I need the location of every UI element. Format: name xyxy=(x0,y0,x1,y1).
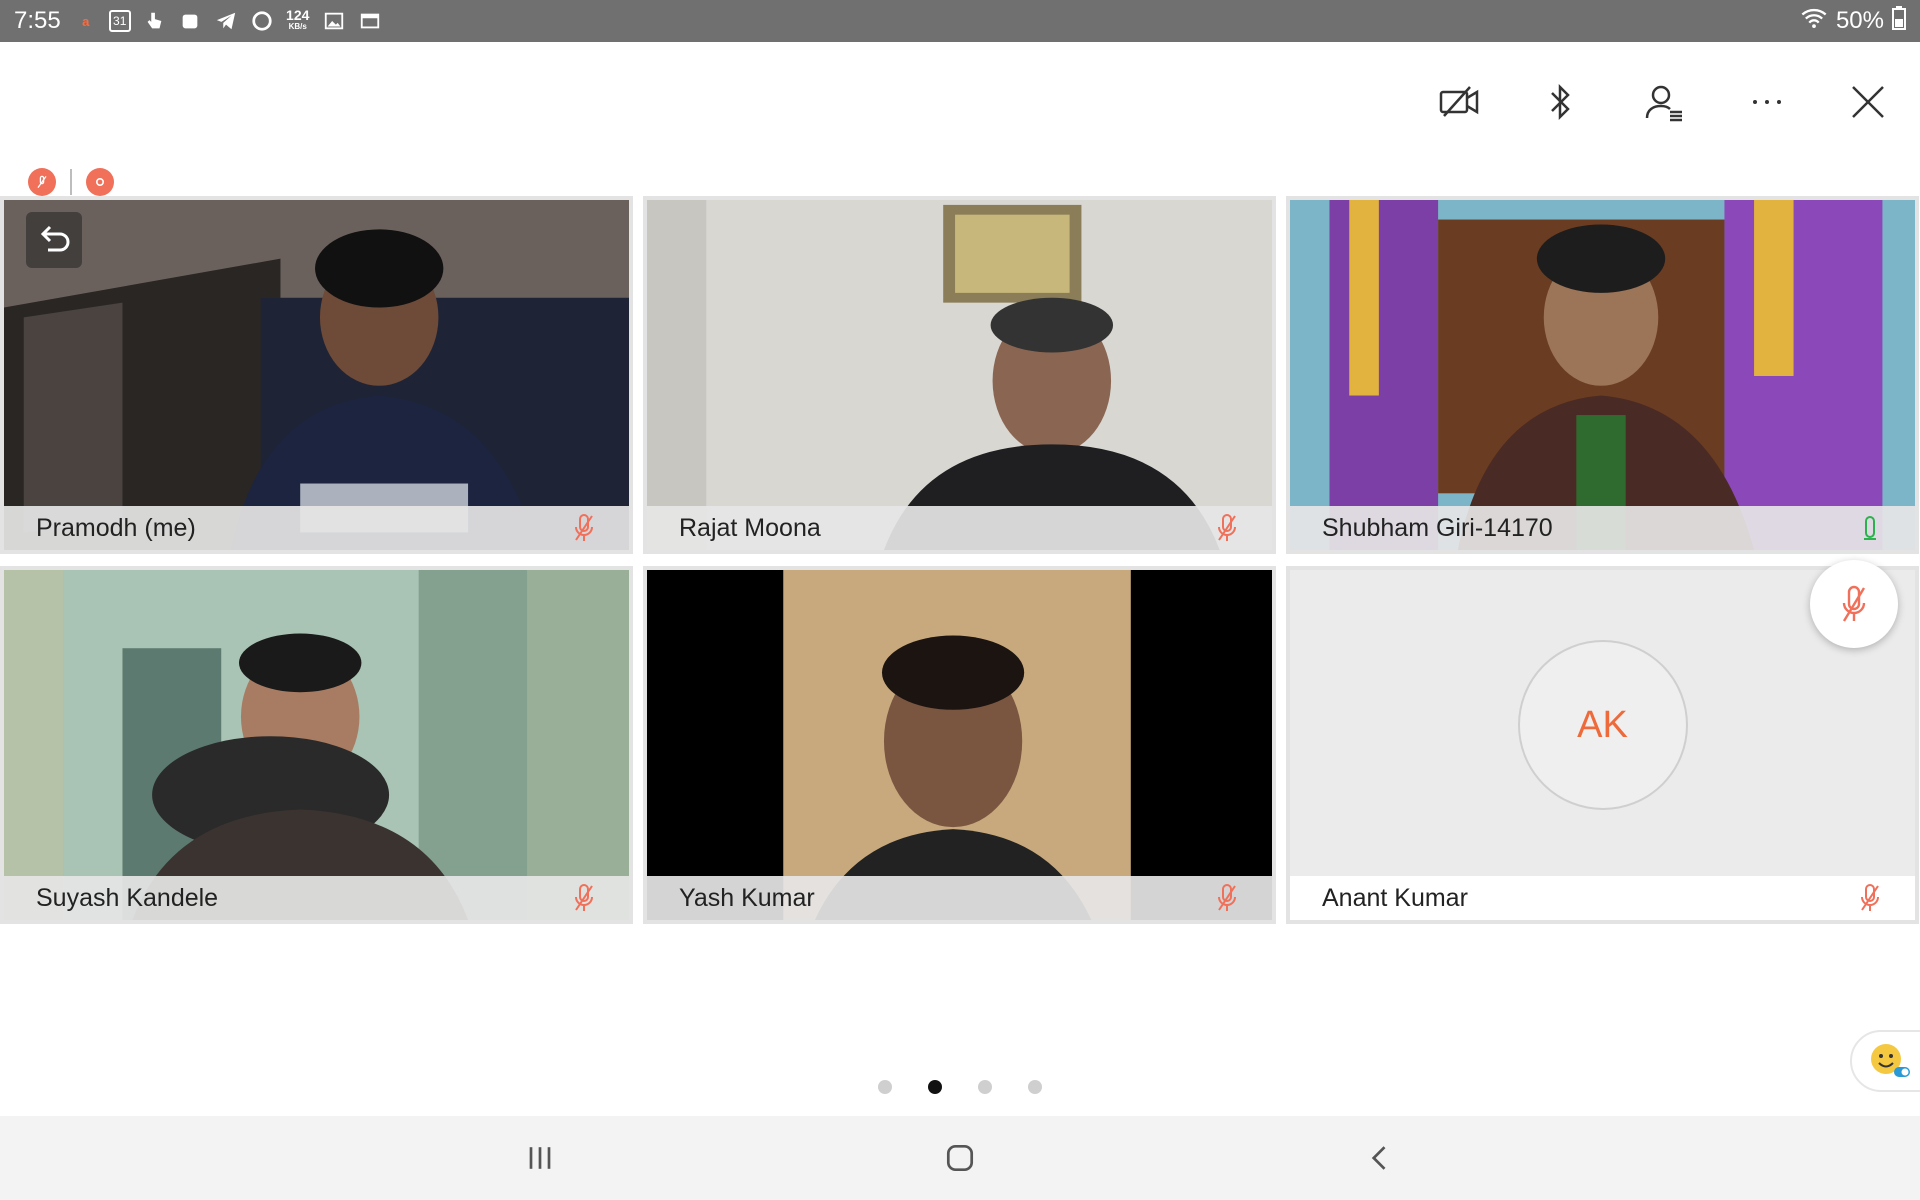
mute-toggle-button[interactable] xyxy=(1810,560,1898,648)
airtel-icon: a xyxy=(82,13,90,29)
gallery-icon xyxy=(321,8,347,34)
muted-mic-badge-icon xyxy=(28,168,56,196)
nameplate: Anant Kumar xyxy=(1290,876,1915,920)
participant-name: Pramodh (me) xyxy=(36,513,196,542)
video-feed xyxy=(4,200,629,550)
video-grid: Pramodh (me) Rajat Moona Shubham Giri-14… xyxy=(0,196,1920,926)
video-tile-shubham[interactable]: Shubham Giri-14170 xyxy=(1286,196,1919,554)
back-icon xyxy=(1371,1146,1386,1170)
wifi-icon xyxy=(1800,4,1828,39)
calendar-icon: 31 xyxy=(108,10,131,32)
refresh-icon xyxy=(249,8,275,34)
page-dot-4[interactable] xyxy=(1028,1080,1042,1094)
page-indicator xyxy=(0,1080,1920,1094)
close-icon xyxy=(1852,86,1884,118)
meeting-toolbar xyxy=(0,42,1920,152)
store-icon xyxy=(177,8,203,34)
touch-icon xyxy=(141,8,167,34)
nameplate: Pramodh (me) xyxy=(4,506,629,550)
more-icon xyxy=(1753,100,1781,104)
participant-name: Anant Kumar xyxy=(1322,883,1468,912)
close-button[interactable] xyxy=(1838,72,1898,132)
page-dot-1[interactable] xyxy=(878,1080,892,1094)
status-right: 50% xyxy=(1800,4,1906,39)
video-tile-yash[interactable]: Yash Kumar xyxy=(643,566,1276,924)
video-tile-rajat[interactable]: Rajat Moona xyxy=(643,196,1276,554)
page-dot-3[interactable] xyxy=(978,1080,992,1094)
system-nav-bar xyxy=(0,1116,1920,1200)
recent-apps-icon xyxy=(529,1147,551,1169)
notification-icons: a 31 124 KB/s xyxy=(73,8,383,34)
net-speed-value: 124 xyxy=(286,7,310,23)
battery-percent: 50% xyxy=(1835,7,1884,34)
record-badge-icon xyxy=(86,168,114,196)
back-nav-button[interactable] xyxy=(1340,1126,1420,1190)
video-off-icon xyxy=(1439,86,1479,117)
telegram-icon xyxy=(213,8,239,34)
nameplate: Suyash Kandele xyxy=(4,876,629,920)
status-bar: 7:55 a 31 124 KB/s 50% xyxy=(0,0,1920,42)
nameplate: Shubham Giri-14170 xyxy=(1290,506,1915,550)
participant-name: Shubham Giri-14170 xyxy=(1322,513,1553,542)
more-button[interactable] xyxy=(1737,72,1797,132)
video-feed xyxy=(647,570,1272,920)
undo-arrow-icon xyxy=(40,225,70,252)
avatar: AK xyxy=(1517,640,1688,810)
recent-apps-button[interactable] xyxy=(500,1126,580,1190)
avatar-initials: AK xyxy=(1577,703,1628,746)
bluetooth-icon xyxy=(1551,83,1570,121)
screen-icon xyxy=(357,8,383,34)
muted-mic-icon xyxy=(569,511,599,545)
muted-mic-icon xyxy=(1212,881,1242,915)
active-mic-icon xyxy=(1855,511,1885,545)
participant-name: Suyash Kandele xyxy=(36,883,219,912)
home-icon xyxy=(946,1144,974,1172)
participant-name: Yash Kumar xyxy=(679,883,815,912)
muted-mic-icon xyxy=(1842,585,1866,622)
net-speed-unit: KB/s xyxy=(288,22,307,31)
muted-mic-icon xyxy=(569,881,599,915)
page-dot-2[interactable] xyxy=(928,1080,942,1094)
nameplate: Yash Kumar xyxy=(647,876,1272,920)
netspeed-icon: 124 KB/s xyxy=(285,8,311,34)
participants-button[interactable] xyxy=(1634,72,1694,132)
video-feed xyxy=(1290,200,1915,550)
participant-name: Rajat Moona xyxy=(679,513,821,542)
muted-mic-icon xyxy=(1212,511,1242,545)
battery-icon xyxy=(1892,5,1906,37)
meeting-status-badges xyxy=(28,168,114,196)
emoji-reaction-icon xyxy=(1871,1044,1910,1077)
participants-icon xyxy=(1645,85,1682,122)
home-button[interactable] xyxy=(920,1126,1000,1190)
video-tile-pramodh[interactable]: Pramodh (me) xyxy=(0,196,633,554)
bluetooth-button[interactable] xyxy=(1530,72,1590,132)
video-feed xyxy=(4,570,629,920)
video-off-button[interactable] xyxy=(1430,72,1490,132)
nameplate: Rajat Moona xyxy=(647,506,1272,550)
back-button[interactable] xyxy=(26,212,82,268)
muted-mic-icon xyxy=(1855,881,1885,915)
status-time: 7:55 xyxy=(14,7,61,34)
video-tile-suyash[interactable]: Suyash Kandele xyxy=(0,566,633,924)
video-feed xyxy=(647,200,1272,550)
badge-divider xyxy=(70,169,72,195)
